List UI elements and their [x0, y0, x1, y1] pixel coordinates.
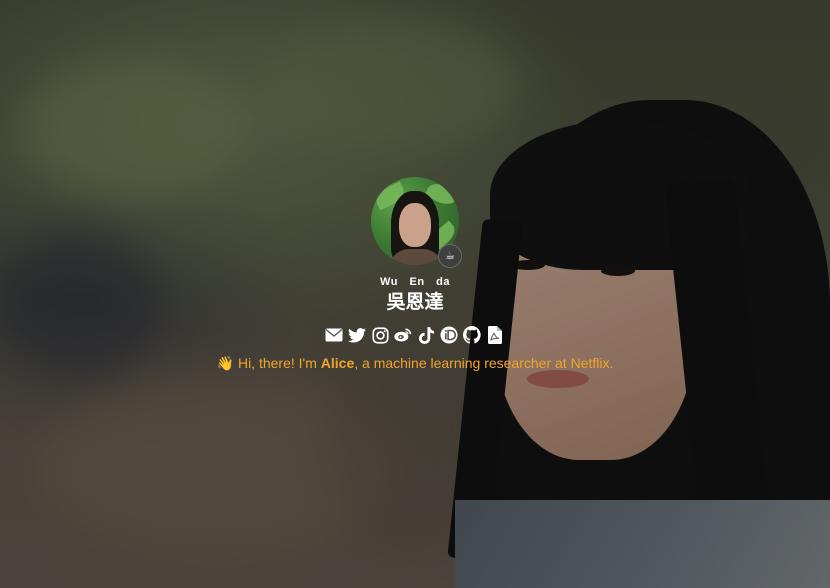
twitter-icon[interactable] [348, 326, 366, 344]
github-icon[interactable] [463, 326, 481, 344]
name-chinese: 吳恩達 [386, 291, 444, 313]
coffee-icon: ☕ [438, 244, 462, 268]
email-icon[interactable] [325, 326, 343, 344]
tagline-name: Alice [320, 355, 355, 371]
tagline-suffix: , a machine learning researcher at Netfl… [354, 355, 614, 371]
weibo-icon[interactable] [394, 326, 412, 344]
profile-card: ☕ Wu En da 吳恩達 👋 Hi, there! I'm Alice, a… [0, 0, 830, 588]
tiktok-icon[interactable] [417, 326, 435, 344]
file-pdf-icon[interactable] [486, 326, 504, 344]
intro-tagline: 👋 Hi, there! I'm Alice, a machine learni… [0, 355, 830, 372]
hero-section: ☕ Wu En da 吳恩達 👋 Hi, there! I'm Alice, a… [0, 0, 830, 588]
orcid-icon[interactable] [440, 326, 458, 344]
social-links [325, 325, 504, 345]
tagline-prefix: 👋 Hi, there! I'm [216, 355, 321, 371]
instagram-icon[interactable] [371, 326, 389, 344]
